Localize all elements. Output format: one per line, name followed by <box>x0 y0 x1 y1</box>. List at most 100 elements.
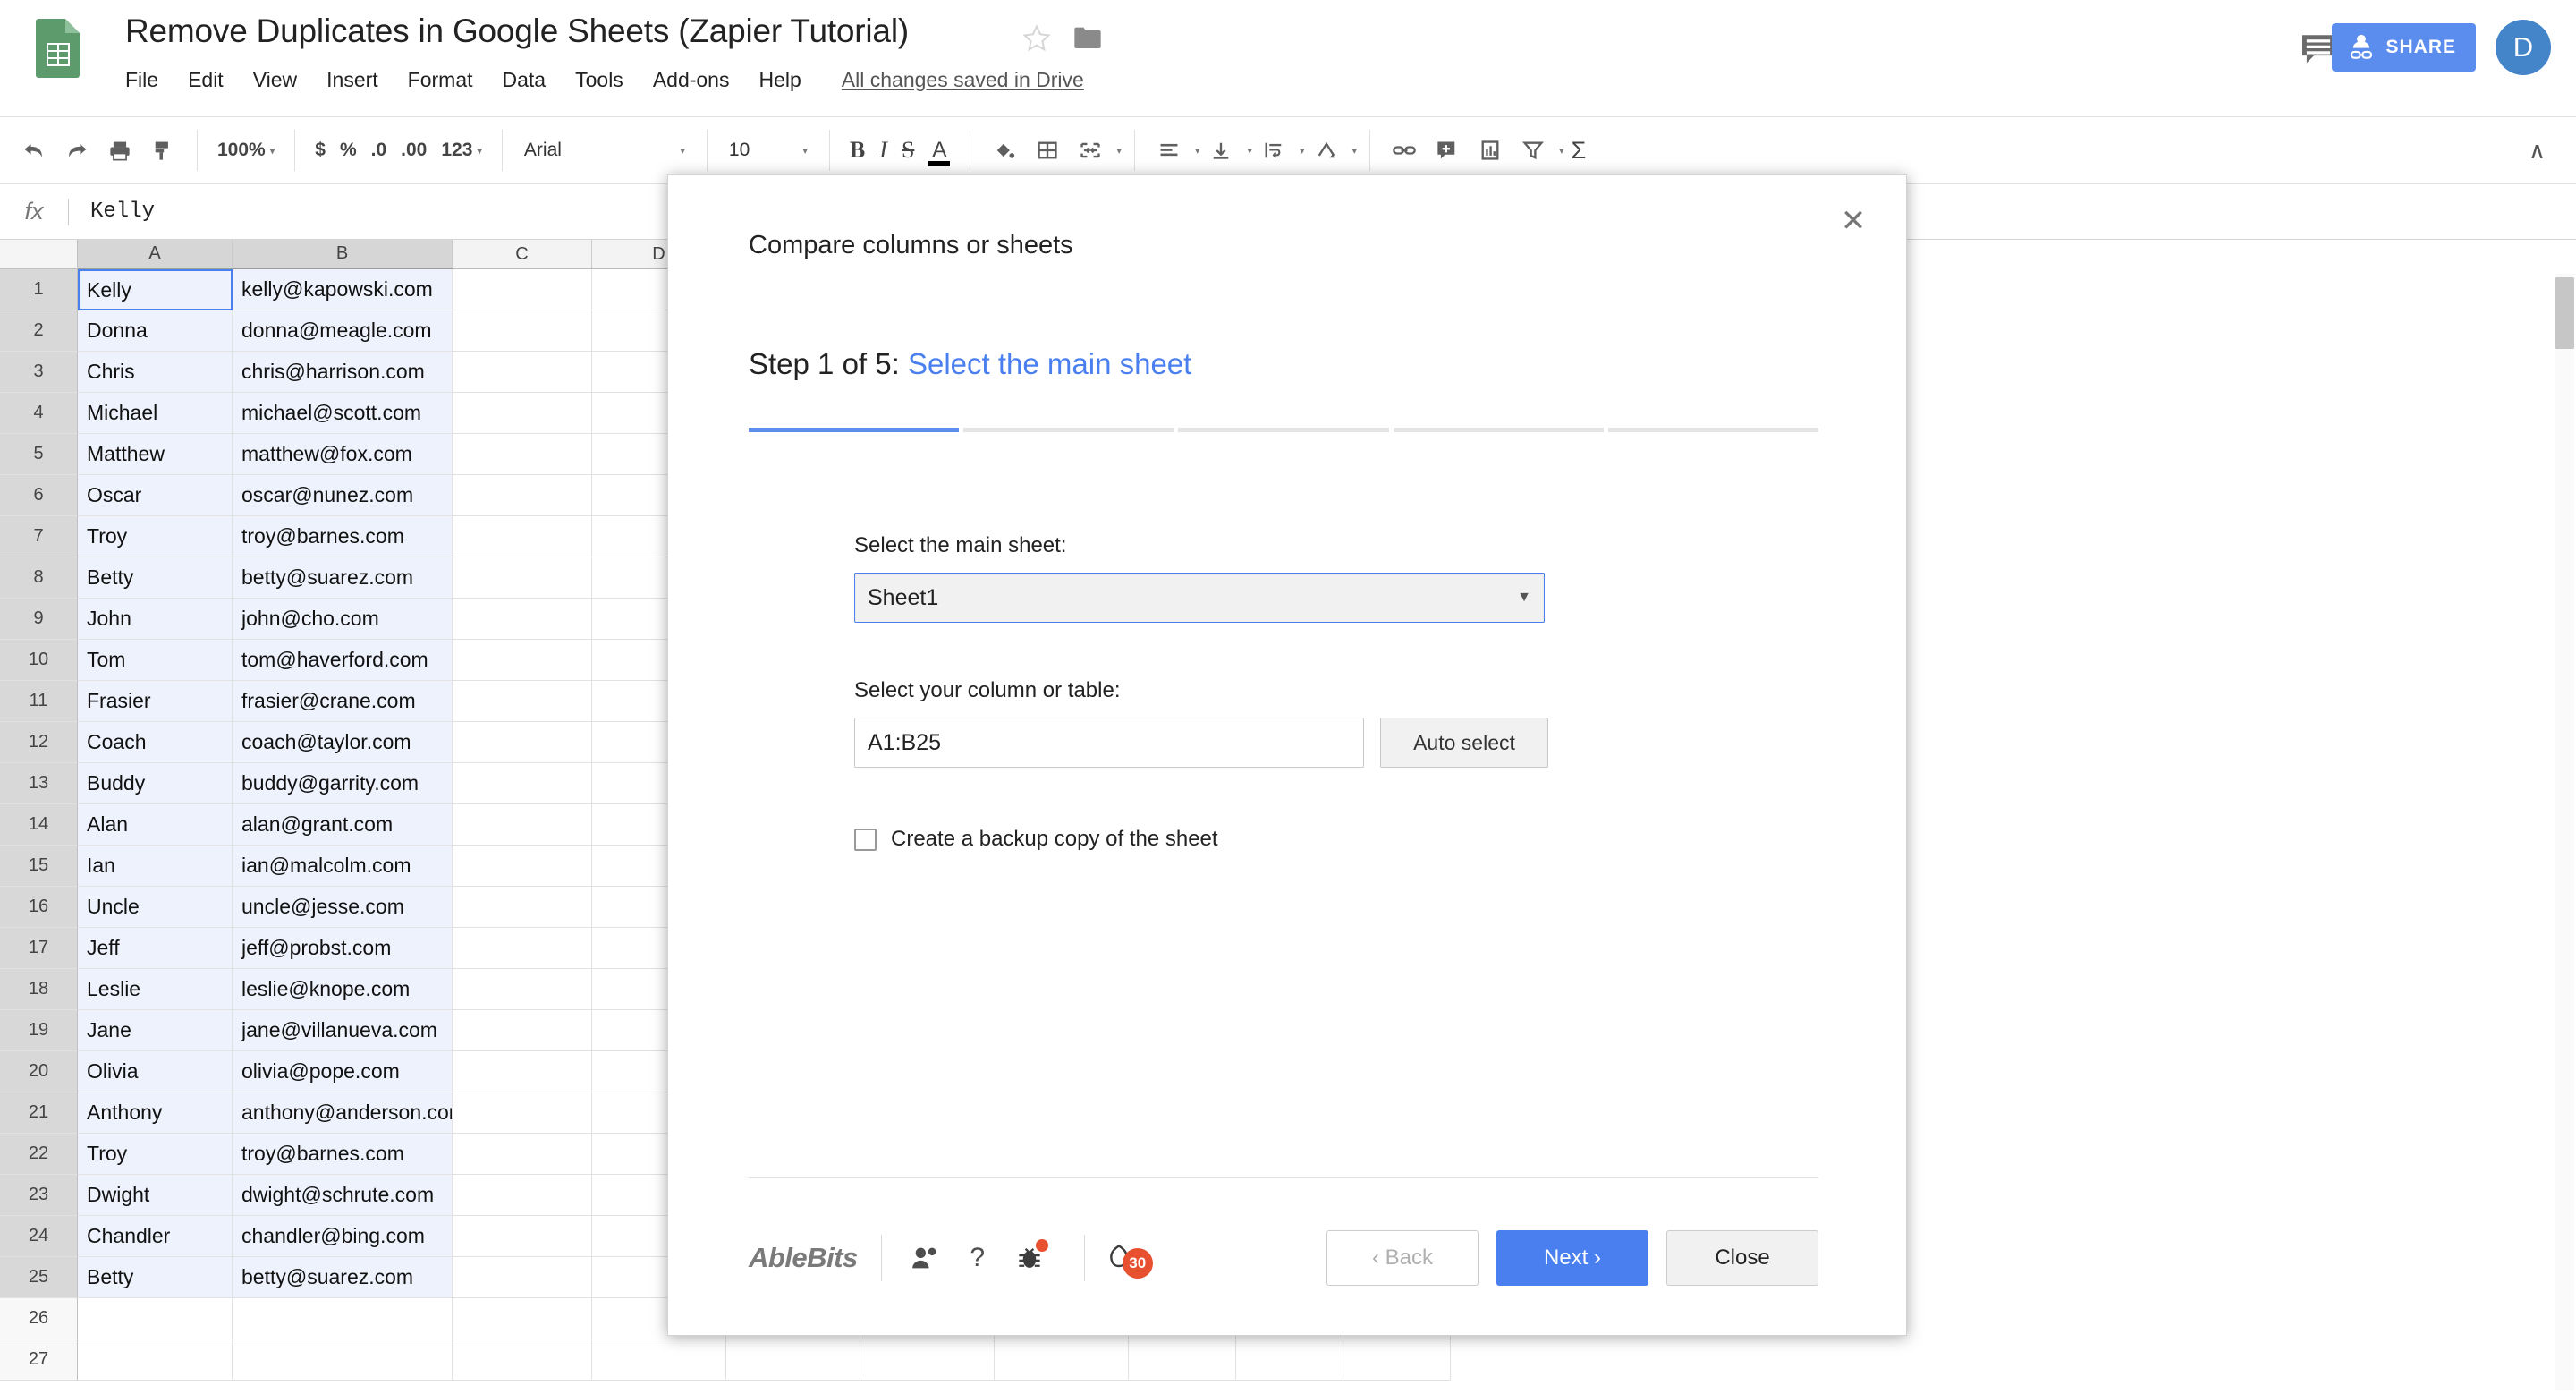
cell-A7[interactable]: Troy <box>78 516 233 557</box>
bug-icon[interactable] <box>1009 1237 1050 1279</box>
cell-A8[interactable]: Betty <box>78 557 233 599</box>
row-header-23[interactable]: 23 <box>0 1175 78 1216</box>
more-formats-button[interactable]: 123 ▾ <box>434 130 489 171</box>
italic-button[interactable]: I <box>872 130 894 171</box>
cell-C25[interactable] <box>453 1257 592 1298</box>
row-header-19[interactable]: 19 <box>0 1010 78 1051</box>
column-header-a[interactable]: A <box>78 240 233 269</box>
menu-item-addons[interactable]: Add-ons <box>653 68 730 92</box>
cell-A13[interactable]: Buddy <box>78 763 233 804</box>
row-header-1[interactable]: 1 <box>0 269 78 310</box>
row-header-2[interactable]: 2 <box>0 310 78 352</box>
row-header-21[interactable]: 21 <box>0 1092 78 1134</box>
cell-B16[interactable]: uncle@jesse.com <box>233 887 453 928</box>
back-button[interactable]: ‹ Back <box>1326 1230 1479 1286</box>
cell-C15[interactable] <box>453 846 592 887</box>
filter-icon[interactable] <box>1512 130 1555 171</box>
account-icon[interactable] <box>905 1237 946 1279</box>
menu-item-format[interactable]: Format <box>408 68 473 92</box>
row-header-15[interactable]: 15 <box>0 846 78 887</box>
cell-A10[interactable]: Tom <box>78 640 233 681</box>
cell-D27[interactable] <box>592 1339 726 1381</box>
close-button[interactable]: Close <box>1666 1230 1818 1286</box>
cell-B19[interactable]: jane@villanueva.com <box>233 1010 453 1051</box>
cell-B3[interactable]: chris@harrison.com <box>233 352 453 393</box>
menu-item-file[interactable]: File <box>125 68 158 92</box>
row-header-11[interactable]: 11 <box>0 681 78 722</box>
cell-B27[interactable] <box>233 1339 453 1381</box>
currency-format-button[interactable]: $ <box>308 130 333 171</box>
scrollbar-thumb[interactable] <box>2555 277 2574 349</box>
cell-C7[interactable] <box>453 516 592 557</box>
cell-C3[interactable] <box>453 352 592 393</box>
fill-color-icon[interactable] <box>983 130 1026 171</box>
chevron-down-icon[interactable]: ▾ <box>1116 145 1122 157</box>
cell-J27[interactable] <box>1343 1339 1451 1381</box>
cell-C27[interactable] <box>453 1339 592 1381</box>
cell-C22[interactable] <box>453 1134 592 1175</box>
font-family-selector[interactable]: Arial ▾ <box>515 130 694 171</box>
cell-A6[interactable]: Oscar <box>78 475 233 516</box>
cell-C21[interactable] <box>453 1092 592 1134</box>
select-all-corner[interactable] <box>0 240 78 269</box>
cell-B26[interactable] <box>233 1298 453 1339</box>
backup-checkbox-row[interactable]: Create a backup copy of the sheet <box>854 827 1749 852</box>
cell-C4[interactable] <box>453 393 592 434</box>
cell-A17[interactable]: Jeff <box>78 928 233 969</box>
cell-C5[interactable] <box>453 434 592 475</box>
borders-icon[interactable] <box>1026 130 1069 171</box>
comment-icon[interactable] <box>2301 32 2336 64</box>
cell-C18[interactable] <box>453 969 592 1010</box>
row-header-9[interactable]: 9 <box>0 599 78 640</box>
cell-B7[interactable]: troy@barnes.com <box>233 516 453 557</box>
cell-B15[interactable]: ian@malcolm.com <box>233 846 453 887</box>
cell-C8[interactable] <box>453 557 592 599</box>
backup-checkbox[interactable] <box>854 828 877 851</box>
menu-item-edit[interactable]: Edit <box>188 68 224 92</box>
horizontal-align-icon[interactable] <box>1148 130 1191 171</box>
cell-C23[interactable] <box>453 1175 592 1216</box>
column-header-c[interactable]: C <box>453 240 592 269</box>
strikethrough-button[interactable]: S <box>894 130 921 171</box>
cell-A11[interactable]: Frasier <box>78 681 233 722</box>
cell-A26[interactable] <box>78 1298 233 1339</box>
cell-C13[interactable] <box>453 763 592 804</box>
cell-A14[interactable]: Alan <box>78 804 233 846</box>
cell-B12[interactable]: coach@taylor.com <box>233 722 453 763</box>
text-color-button[interactable]: A <box>921 130 957 171</box>
row-header-16[interactable]: 16 <box>0 887 78 928</box>
text-wrapping-icon[interactable] <box>1252 130 1295 171</box>
row-header-6[interactable]: 6 <box>0 475 78 516</box>
row-header-26[interactable]: 26 <box>0 1298 78 1339</box>
cell-A23[interactable]: Dwight <box>78 1175 233 1216</box>
merge-cells-icon[interactable] <box>1069 130 1112 171</box>
vertical-align-icon[interactable] <box>1199 130 1242 171</box>
cell-B22[interactable]: troy@barnes.com <box>233 1134 453 1175</box>
collapse-toolbar-icon[interactable]: ∧ <box>2529 137 2546 165</box>
cell-A4[interactable]: Michael <box>78 393 233 434</box>
cell-I27[interactable] <box>1236 1339 1343 1381</box>
cell-B1[interactable]: kelly@kapowski.com <box>233 269 453 310</box>
cell-B6[interactable]: oscar@nunez.com <box>233 475 453 516</box>
cell-A21[interactable]: Anthony <box>78 1092 233 1134</box>
increase-decimal-button[interactable]: .00 <box>394 130 434 171</box>
menu-item-help[interactable]: Help <box>758 68 801 92</box>
folder-icon[interactable] <box>1073 25 1102 50</box>
cell-C19[interactable] <box>453 1010 592 1051</box>
bold-button[interactable]: B <box>843 130 872 171</box>
avatar[interactable]: D <box>2496 20 2551 75</box>
cell-B25[interactable]: betty@suarez.com <box>233 1257 453 1298</box>
row-header-24[interactable]: 24 <box>0 1216 78 1257</box>
cell-B4[interactable]: michael@scott.com <box>233 393 453 434</box>
save-status-link[interactable]: All changes saved in Drive <box>842 68 1084 92</box>
row-header-5[interactable]: 5 <box>0 434 78 475</box>
row-header-3[interactable]: 3 <box>0 352 78 393</box>
menu-item-data[interactable]: Data <box>503 68 547 92</box>
cell-F27[interactable] <box>860 1339 995 1381</box>
close-icon[interactable]: ✕ <box>1833 200 1874 242</box>
menu-item-view[interactable]: View <box>253 68 297 92</box>
cell-A20[interactable]: Olivia <box>78 1051 233 1092</box>
cell-A19[interactable]: Jane <box>78 1010 233 1051</box>
trial-days-icon[interactable]: 30 <box>1108 1237 1160 1279</box>
cell-C9[interactable] <box>453 599 592 640</box>
